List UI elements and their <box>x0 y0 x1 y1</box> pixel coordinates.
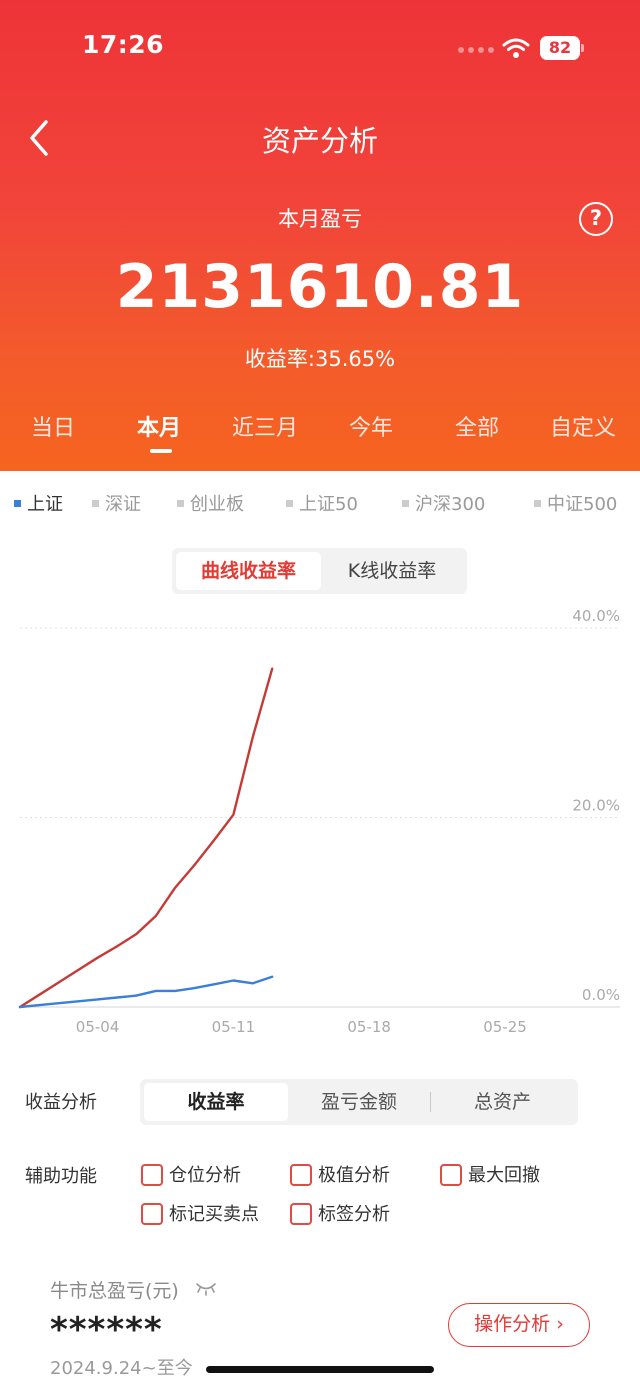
tab-this-month[interactable]: 本月 <box>106 410 212 442</box>
tab-all[interactable]: 全部 <box>424 410 530 442</box>
analysis-return-rate[interactable]: 收益率 <box>144 1083 288 1121</box>
kline-return-button[interactable]: K线收益率 <box>321 552 463 590</box>
index-return-line <box>18 975 274 1009</box>
summary-label: 本月盈亏 <box>278 207 362 231</box>
aux-label: 辅助功能 <box>25 1166 97 1187</box>
help-icon[interactable]: ? <box>579 202 613 236</box>
tab-this-year[interactable]: 今年 <box>318 410 424 442</box>
bull-market-date-range: 2024.9.24~至今 <box>50 1358 193 1379</box>
bull-market-title: 牛市总盈亏(元) <box>50 1280 179 1302</box>
portfolio-return-line <box>18 667 274 1009</box>
chart-type-toggle: 曲线收益率 K线收益率 <box>172 548 467 594</box>
index-chinext[interactable]: 创业板 <box>177 490 244 516</box>
curve-return-button[interactable]: 曲线收益率 <box>176 552 321 590</box>
analysis-label: 收益分析 <box>25 1092 97 1113</box>
analysis-total-assets[interactable]: 总资产 <box>431 1083 574 1121</box>
analysis-segmented-control: 收益率 盈亏金额 总资产 <box>140 1079 578 1125</box>
status-time: 17:26 <box>82 30 165 59</box>
tab-three-months[interactable]: 近三月 <box>212 410 318 442</box>
header-banner: 17:26 82 资产分析 本月盈亏 ? 2131610.81 收益率:35.6… <box>0 0 640 471</box>
index-shanghai[interactable]: 上证 <box>14 490 63 516</box>
y-tick-label: 40.0% <box>572 607 620 625</box>
y-tick-label: 20.0% <box>572 797 620 815</box>
page-title: 资产分析 <box>261 124 378 158</box>
checkbox-position-analysis[interactable]: 仓位分析 <box>141 1161 241 1187</box>
checkbox-tag-analysis[interactable]: 标签分析 <box>290 1200 390 1226</box>
period-tabs: 当日 本月 近三月 今年 全部 自定义 <box>0 410 640 458</box>
x-tick-label: 05-25 <box>483 1018 527 1036</box>
active-tab-indicator <box>150 449 172 453</box>
operation-analysis-button[interactable]: 操作分析 › <box>448 1303 590 1347</box>
tab-custom[interactable]: 自定义 <box>530 410 636 442</box>
checkbox-extreme-analysis[interactable]: 极值分析 <box>290 1161 390 1187</box>
battery-icon: 82 <box>540 36 584 60</box>
bull-market-hidden-value: ****** <box>50 1310 163 1350</box>
cellular-signal-icon <box>458 47 494 53</box>
y-tick-label: 0.0% <box>582 986 620 1004</box>
battery-level: 82 <box>540 36 580 60</box>
x-tick-label: 05-18 <box>347 1018 391 1036</box>
analysis-profit-amount[interactable]: 盈亏金额 <box>288 1083 430 1121</box>
checkbox-max-drawdown[interactable]: 最大回撤 <box>440 1161 540 1187</box>
index-sse50[interactable]: 上证50 <box>286 490 358 516</box>
x-tick-label: 05-11 <box>212 1018 256 1036</box>
monthly-profit-value: 2131610.81 <box>115 252 525 322</box>
index-shenzhen[interactable]: 深证 <box>92 490 141 516</box>
wifi-icon <box>502 38 530 58</box>
index-csi300[interactable]: 沪深300 <box>402 490 485 516</box>
return-rate: 收益率:35.65% <box>244 347 396 371</box>
index-csi500[interactable]: 中证500 <box>534 490 617 516</box>
eye-closed-icon[interactable] <box>195 1280 217 1296</box>
tab-today[interactable]: 当日 <box>0 410 106 442</box>
checkbox-mark-trades[interactable]: 标记买卖点 <box>141 1200 259 1226</box>
home-indicator <box>206 1366 434 1373</box>
return-line-chart: 40.0% 20.0% 0.0% 05-04 05-11 05-18 05-25 <box>18 607 620 1036</box>
x-tick-label: 05-04 <box>76 1018 120 1036</box>
index-legend: 上证 深证 创业板 上证50 沪深300 中证500 <box>0 490 640 520</box>
